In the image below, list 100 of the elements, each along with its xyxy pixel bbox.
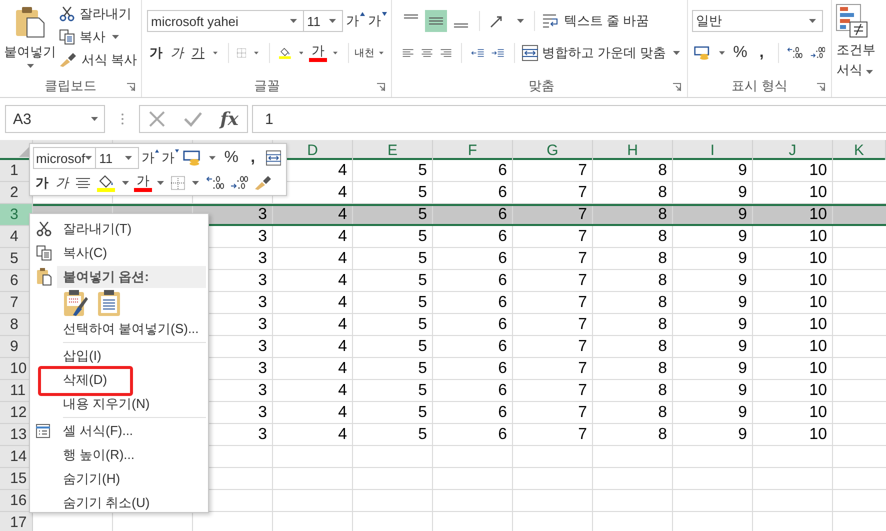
percent-button[interactable]: % <box>730 42 750 64</box>
row-header[interactable]: 2 <box>0 182 33 204</box>
table-cell: 6 <box>498 316 507 334</box>
row-header[interactable]: 3 <box>0 204 33 226</box>
comma-button[interactable]: , <box>244 147 262 169</box>
menu-item[interactable]: 숨기기 취소(U) <box>32 491 206 515</box>
column-header[interactable]: J <box>788 142 796 158</box>
paste-button[interactable]: 붙여넣기 <box>4 4 56 75</box>
conditional-formatting-button[interactable]: 조건부 서식 <box>836 4 882 80</box>
border-icon <box>171 176 185 190</box>
vertical-align-button[interactable] <box>425 10 447 32</box>
menu-item[interactable]: 선택하여 붙여넣기(S)... <box>32 317 206 341</box>
table-cell: 4 <box>338 184 347 202</box>
table-cell: 6 <box>498 382 507 400</box>
table-cell: 5 <box>418 250 427 268</box>
paste-icon[interactable] <box>97 289 121 317</box>
menu-item[interactable]: 삭제(D) <box>32 368 206 392</box>
shrink-font-button[interactable]: 가 <box>368 10 387 32</box>
align-lines-icon <box>429 17 443 25</box>
table-cell: 3 <box>258 338 267 356</box>
outdent-icon <box>470 46 484 60</box>
formula-field[interactable]: 1 <box>252 105 886 133</box>
font-name-field[interactable]: microsoft yahei <box>147 10 304 32</box>
table-cell: 9 <box>738 426 747 444</box>
table-cell: 8 <box>658 404 667 422</box>
menu-item[interactable]: 삽입(I) <box>32 344 206 368</box>
grow-font-button[interactable]: 가 <box>141 147 160 169</box>
comma-button[interactable]: , <box>752 42 771 64</box>
bold-button[interactable]: 가 <box>33 172 51 194</box>
table-cell: 8 <box>658 316 667 334</box>
menu-item[interactable]: 셀 서식(F)... <box>32 419 206 443</box>
border-icon <box>237 46 246 60</box>
column-header[interactable]: I <box>710 142 715 158</box>
grow-font-button[interactable]: 가 <box>346 10 365 32</box>
italic-button[interactable]: 가 <box>168 42 186 64</box>
table-cell: 6 <box>498 272 507 290</box>
table-cell: 9 <box>738 250 747 268</box>
column-header[interactable]: E <box>387 142 398 158</box>
bold-button[interactable]: 가 <box>147 42 165 64</box>
shrink-font-button[interactable]: 가 <box>161 147 180 169</box>
font-color-button[interactable]: 가 <box>134 174 152 192</box>
number-format-field[interactable]: 일반 <box>692 10 823 32</box>
caret-icon <box>379 51 384 55</box>
table-cell: 10 <box>809 382 827 400</box>
font-size-field[interactable]: 11 <box>303 10 343 32</box>
column-header[interactable]: H <box>627 142 638 158</box>
table-cell: 10 <box>809 338 827 356</box>
insert-function-button[interactable]: fx <box>220 108 239 130</box>
format-painter-button[interactable]: 서식 복사 <box>59 50 137 69</box>
name-box[interactable]: A3 <box>5 105 105 133</box>
align-center-icon <box>75 176 91 190</box>
table-cell: 5 <box>418 360 427 378</box>
table-cell: 4 <box>338 382 347 400</box>
checkmark-icon[interactable] <box>183 110 204 128</box>
menu-item[interactable]: 잘라내기(T) <box>32 217 206 241</box>
table-cell: 3 <box>258 272 267 290</box>
row-header[interactable]: 17 <box>0 512 33 531</box>
table-cell: 9 <box>738 272 747 290</box>
launcher-icon <box>377 83 385 91</box>
grip-icon <box>121 113 124 125</box>
paste-formatting-icon[interactable] <box>63 289 89 317</box>
scissors-icon <box>36 221 52 237</box>
table-cell: 5 <box>418 228 427 246</box>
font-size-field[interactable]: 11 <box>95 147 140 169</box>
column-header[interactable]: F <box>468 142 478 158</box>
menu-item[interactable]: 내용 지우기(N) <box>32 392 206 416</box>
column-header[interactable]: D <box>307 142 318 158</box>
table-cell: 4 <box>338 426 347 444</box>
table-cell: 4 <box>338 206 347 224</box>
font-name-field[interactable]: microsof <box>33 147 96 169</box>
table-cell: 6 <box>498 426 507 444</box>
menu-item[interactable]: 행 높이(R)... <box>32 443 206 467</box>
merge-cells-icon <box>522 45 538 61</box>
table-cell: 6 <box>498 360 507 378</box>
menu-item[interactable]: 숨기기(H) <box>32 467 206 491</box>
table-cell: 4 <box>338 316 347 334</box>
table-cell: 9 <box>738 228 747 246</box>
table-cell: 9 <box>738 316 747 334</box>
table-cell: 4 <box>338 360 347 378</box>
wrap-text-button[interactable]: 텍스트 줄 바꿈 <box>542 12 650 30</box>
underline-button[interactable]: 가 <box>189 42 207 64</box>
table-cell: 6 <box>498 206 507 224</box>
column-header[interactable]: G <box>546 142 558 158</box>
font-color-button[interactable]: 가 <box>309 44 328 62</box>
italic-button[interactable]: 가 <box>53 172 71 194</box>
money-icon <box>694 45 711 61</box>
table-cell: 8 <box>658 250 667 268</box>
table-cell: 5 <box>418 426 427 444</box>
copy-button[interactable]: 복사 <box>59 27 137 46</box>
table-cell: 6 <box>498 228 507 246</box>
phonetic-button[interactable]: 내천 <box>355 42 374 64</box>
table-cell: 5 <box>418 206 427 224</box>
percent-button[interactable]: % <box>220 147 242 169</box>
menu-item[interactable]: 복사(C) <box>32 241 206 265</box>
table-cell: 4 <box>338 404 347 422</box>
caret-icon <box>329 19 336 23</box>
column-header[interactable]: K <box>854 142 864 158</box>
merge-center-button[interactable]: 병합하고 가운데 맞춤 <box>522 44 683 62</box>
cut-button[interactable]: 잘라내기 <box>59 4 137 23</box>
table-cell: 3 <box>258 294 267 312</box>
